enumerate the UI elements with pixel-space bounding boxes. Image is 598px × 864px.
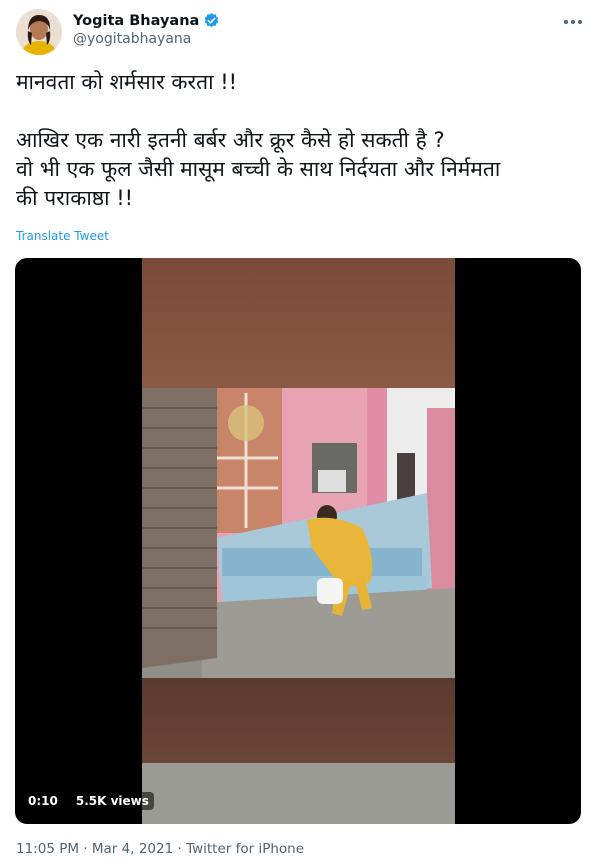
author-name[interactable]: Yogita Bhayana — [73, 13, 199, 29]
tweet-text: मानवता को शर्मसार करता !! आखिर एक नारी इ… — [16, 68, 586, 213]
verified-badge-icon — [203, 12, 220, 29]
tweet-line-4: की पराकाष्ठा !! — [16, 186, 134, 210]
tweet-time[interactable]: 11:05 PM — [16, 841, 79, 857]
avatar[interactable] — [16, 9, 62, 55]
tweet-header: Yogita Bhayana @yogitabhayana — [16, 9, 586, 57]
translate-tweet-link[interactable]: Translate Tweet — [16, 229, 109, 243]
tweet-footer: 11:05 PM · Mar 4, 2021 · Twitter for iPh… — [16, 841, 304, 857]
tweet-source[interactable]: Twitter for iPhone — [186, 841, 304, 857]
more-options-icon[interactable] — [562, 11, 584, 33]
tweet-line-2: आखिर एक नारी इतनी बर्बर और क्रूर कैसे हो… — [16, 128, 445, 152]
author-handle[interactable]: @yogitabhayana — [73, 31, 220, 47]
tweet-line-1: मानवता को शर्मसार करता !! — [16, 70, 238, 94]
tweet-date[interactable]: Mar 4, 2021 — [92, 841, 173, 857]
separator: · — [177, 841, 182, 857]
separator: · — [83, 841, 88, 857]
video-meta: 0:10 5.5K views — [23, 792, 154, 810]
video-view-count: 5.5K views — [70, 792, 154, 810]
video-player[interactable]: 0:10 5.5K views — [15, 258, 581, 824]
video-duration: 0:10 — [23, 792, 63, 810]
video-frame — [142, 258, 455, 824]
tweet-line-3: वो भी एक फूल जैसी मासूम बच्ची के साथ निर… — [16, 157, 501, 181]
author-block: Yogita Bhayana @yogitabhayana — [73, 12, 220, 47]
